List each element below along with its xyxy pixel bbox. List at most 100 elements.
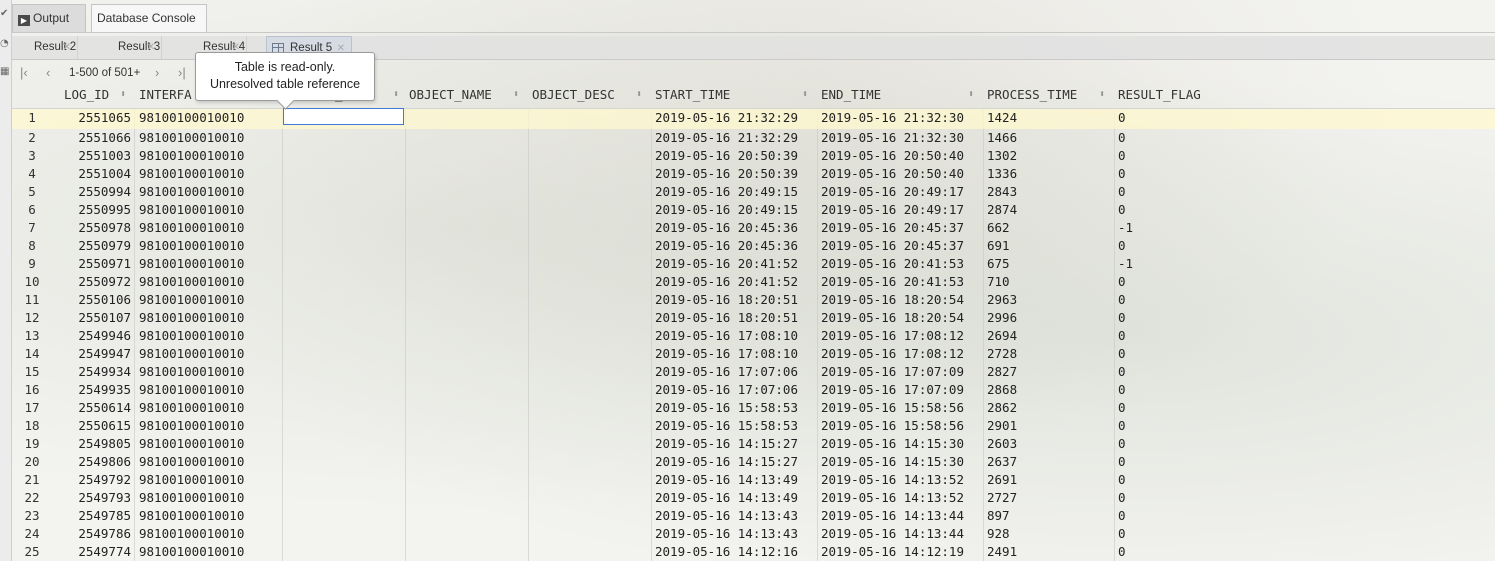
table-row[interactable]: 12 2550107 98100100010010 2019-05-16 18:20:… bbox=[12, 309, 1495, 327]
cell-log-id[interactable]: 2550106 bbox=[64, 291, 131, 309]
cell-interface-code[interactable]: 98100100010010 bbox=[139, 201, 244, 219]
cell-process-time[interactable]: 1302 bbox=[987, 147, 1017, 165]
cell-start-time[interactable]: 2019-05-16 14:15:27 bbox=[655, 435, 798, 453]
column-header-process-time[interactable]: PROCESS_TIME bbox=[987, 86, 1077, 108]
cell-start-time[interactable]: 2019-05-16 17:07:06 bbox=[655, 363, 798, 381]
cell-start-time[interactable]: 2019-05-16 20:41:52 bbox=[655, 273, 798, 291]
cell-end-time[interactable]: 2019-05-16 18:20:54 bbox=[821, 309, 964, 327]
cell-end-time[interactable]: 2019-05-16 20:49:17 bbox=[821, 201, 964, 219]
cell-end-time[interactable]: 2019-05-16 14:13:52 bbox=[821, 489, 964, 507]
cell-interface-code[interactable]: 98100100010010 bbox=[139, 147, 244, 165]
cell-interface-code[interactable]: 98100100010010 bbox=[139, 165, 244, 183]
cell-end-time[interactable]: 2019-05-16 17:08:12 bbox=[821, 345, 964, 363]
cell-process-time[interactable]: 1336 bbox=[987, 165, 1017, 183]
cell-result-flag[interactable]: 0 bbox=[1118, 507, 1126, 525]
cell-process-time[interactable]: 2862 bbox=[987, 399, 1017, 417]
cell-process-time[interactable]: 2691 bbox=[987, 471, 1017, 489]
cell-process-time[interactable]: 2843 bbox=[987, 183, 1017, 201]
table-row[interactable]: 20 2549806 98100100010010 2019-05-16 14:15:… bbox=[12, 453, 1495, 471]
cell-log-id[interactable]: 2549774 bbox=[64, 543, 131, 561]
table-row[interactable]: 1 2551065 98100100010010 2019-05-16 21:32:2… bbox=[12, 109, 1495, 129]
tab-database-console[interactable]: Database Console bbox=[91, 4, 207, 32]
cell-log-id[interactable]: 2550614 bbox=[64, 399, 131, 417]
cell-interface-code[interactable]: 98100100010010 bbox=[139, 255, 244, 273]
sort-icon[interactable]: ⬍ bbox=[120, 89, 126, 100]
table-row[interactable]: 17 2550614 98100100010010 2019-05-16 15:58:… bbox=[12, 399, 1495, 417]
cell-log-id[interactable]: 2551066 bbox=[64, 129, 131, 147]
cell-log-id[interactable]: 2549934 bbox=[64, 363, 131, 381]
column-header-end-time[interactable]: END_TIME bbox=[821, 86, 881, 108]
cell-result-flag[interactable]: -1 bbox=[1118, 255, 1133, 273]
cell-log-id[interactable]: 2549786 bbox=[64, 525, 131, 543]
cell-log-id[interactable]: 2549793 bbox=[64, 489, 131, 507]
cell-log-id[interactable]: 2549805 bbox=[64, 435, 131, 453]
cell-result-flag[interactable]: 0 bbox=[1118, 399, 1126, 417]
cell-start-time[interactable]: 2019-05-16 14:15:27 bbox=[655, 453, 798, 471]
table-row[interactable]: 22 2549793 98100100010010 2019-05-16 14:13:… bbox=[12, 489, 1495, 507]
cell-log-id[interactable]: 2549946 bbox=[64, 327, 131, 345]
cell-start-time[interactable]: 2019-05-16 15:58:53 bbox=[655, 399, 798, 417]
cell-end-time[interactable]: 2019-05-16 20:50:40 bbox=[821, 147, 964, 165]
cell-process-time[interactable]: 691 bbox=[987, 237, 1010, 255]
sort-icon[interactable]: ⬍ bbox=[1099, 89, 1105, 100]
cell-start-time[interactable]: 2019-05-16 20:45:36 bbox=[655, 237, 798, 255]
cell-result-flag[interactable]: 0 bbox=[1118, 183, 1126, 201]
cell-interface-code[interactable]: 98100100010010 bbox=[139, 399, 244, 417]
sort-icon[interactable]: ⬍ bbox=[968, 89, 974, 100]
cell-result-flag[interactable]: 0 bbox=[1118, 201, 1126, 219]
column-header-log-id[interactable]: LOG_ID bbox=[64, 86, 109, 108]
cell-interface-code[interactable]: 98100100010010 bbox=[139, 327, 244, 345]
cell-result-flag[interactable]: 0 bbox=[1118, 109, 1126, 127]
cell-result-flag[interactable]: 0 bbox=[1118, 237, 1126, 255]
pager-text[interactable]: 1-500 of 501+ bbox=[69, 67, 140, 79]
cell-start-time[interactable]: 2019-05-16 14:13:49 bbox=[655, 489, 798, 507]
cell-interface-code[interactable]: 98100100010010 bbox=[139, 489, 244, 507]
cell-process-time[interactable]: 2491 bbox=[987, 543, 1017, 561]
cell-process-time[interactable]: 675 bbox=[987, 255, 1010, 273]
column-header-result-flag[interactable]: RESULT_FLAG bbox=[1118, 86, 1201, 108]
cell-log-id[interactable]: 2549806 bbox=[64, 453, 131, 471]
cell-start-time[interactable]: 2019-05-16 18:20:51 bbox=[655, 291, 798, 309]
cell-interface-code[interactable]: 98100100010010 bbox=[139, 345, 244, 363]
last-page-icon[interactable]: ›| bbox=[178, 65, 186, 80]
cell-start-time[interactable]: 2019-05-16 17:08:10 bbox=[655, 327, 798, 345]
cell-log-id[interactable]: 2549785 bbox=[64, 507, 131, 525]
cell-log-id[interactable]: 2549792 bbox=[64, 471, 131, 489]
cell-result-flag[interactable]: 0 bbox=[1118, 363, 1126, 381]
table-row[interactable]: 16 2549935 98100100010010 2019-05-16 17:07:… bbox=[12, 381, 1495, 399]
table-row[interactable]: 8 2550979 98100100010010 2019-05-16 20:45:3… bbox=[12, 237, 1495, 255]
cell-end-time[interactable]: 2019-05-16 17:07:09 bbox=[821, 363, 964, 381]
cell-end-time[interactable]: 2019-05-16 15:58:56 bbox=[821, 399, 964, 417]
cell-log-id[interactable]: 2550979 bbox=[64, 237, 131, 255]
collapse-icon[interactable]: ✔ bbox=[0, 8, 8, 19]
cell-start-time[interactable]: 2019-05-16 20:41:52 bbox=[655, 255, 798, 273]
cell-end-time[interactable]: 2019-05-16 21:32:30 bbox=[821, 129, 964, 147]
cell-interface-code[interactable]: 98100100010010 bbox=[139, 291, 244, 309]
prev-page-icon[interactable]: ‹ bbox=[46, 65, 50, 80]
cell-interface-code[interactable]: 98100100010010 bbox=[139, 525, 244, 543]
cell-log-id[interactable]: 2551003 bbox=[64, 147, 131, 165]
cell-start-time[interactable]: 2019-05-16 20:50:39 bbox=[655, 147, 798, 165]
column-header-start-time[interactable]: START_TIME bbox=[655, 86, 730, 108]
table-row[interactable]: 21 2549792 98100100010010 2019-05-16 14:13:… bbox=[12, 471, 1495, 489]
cell-result-flag[interactable]: -1 bbox=[1118, 219, 1133, 237]
cell-log-id[interactable]: 2550995 bbox=[64, 201, 131, 219]
selected-cell[interactable] bbox=[283, 108, 404, 125]
cell-log-id[interactable]: 2550972 bbox=[64, 273, 131, 291]
cell-interface-code[interactable]: 98100100010010 bbox=[139, 507, 244, 525]
cell-result-flag[interactable]: 0 bbox=[1118, 129, 1126, 147]
column-header-object-name[interactable]: OBJECT_NAME bbox=[409, 86, 492, 108]
cell-process-time[interactable]: 2901 bbox=[987, 417, 1017, 435]
table-row[interactable]: 3 2551003 98100100010010 2019-05-16 20:50:3… bbox=[12, 147, 1495, 165]
cell-interface-code[interactable]: 98100100010010 bbox=[139, 219, 244, 237]
cell-start-time[interactable]: 2019-05-16 20:49:15 bbox=[655, 183, 798, 201]
cell-start-time[interactable]: 2019-05-16 20:45:36 bbox=[655, 219, 798, 237]
cell-process-time[interactable]: 2603 bbox=[987, 435, 1017, 453]
cell-result-flag[interactable]: 0 bbox=[1118, 543, 1126, 561]
cell-end-time[interactable]: 2019-05-16 20:49:17 bbox=[821, 183, 964, 201]
cell-end-time[interactable]: 2019-05-16 14:13:44 bbox=[821, 525, 964, 543]
next-page-icon[interactable]: › bbox=[155, 65, 159, 80]
cell-result-flag[interactable]: 0 bbox=[1118, 273, 1126, 291]
cell-interface-code[interactable]: 98100100010010 bbox=[139, 435, 244, 453]
cell-end-time[interactable]: 2019-05-16 20:41:53 bbox=[821, 273, 964, 291]
